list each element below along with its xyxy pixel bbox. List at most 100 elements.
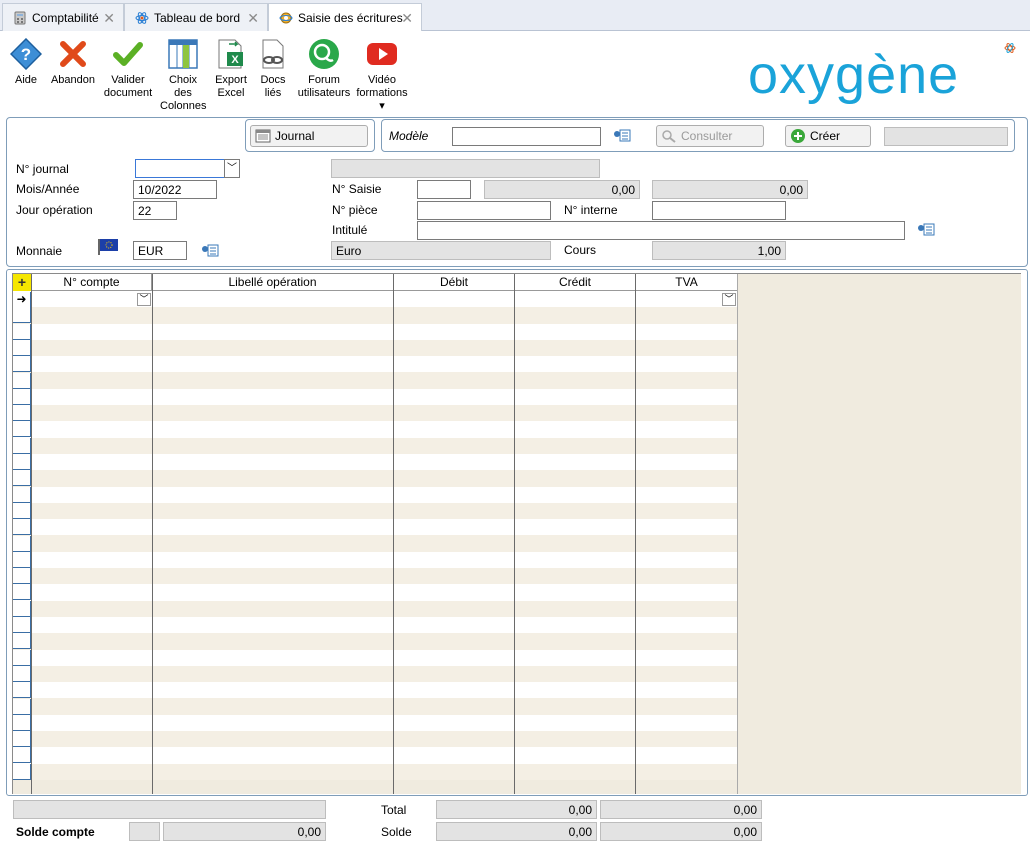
table-row[interactable] (13, 519, 738, 536)
table-row[interactable] (13, 747, 738, 764)
row-indicator[interactable] (13, 714, 31, 731)
col-header-libelle[interactable]: Libellé opération (152, 274, 394, 291)
table-row[interactable] (13, 323, 738, 340)
n-piece-input[interactable] (417, 201, 551, 220)
table-row[interactable] (13, 616, 738, 634)
close-tab-icon[interactable]: ✕ (401, 10, 413, 27)
row-indicator[interactable] (13, 633, 31, 650)
journal-button[interactable]: Journal (250, 125, 368, 147)
table-row[interactable] (13, 584, 738, 601)
abandon-button[interactable]: Abandon (50, 38, 96, 87)
row-indicator[interactable] (13, 307, 31, 324)
forum-utilisateurs-button[interactable]: Forum utilisateurs (296, 38, 352, 100)
row-indicator[interactable] (13, 323, 31, 340)
consulter-button[interactable]: Consulter (656, 125, 764, 147)
chevron-down-icon[interactable]: ﹀ (224, 159, 240, 178)
row-indicator[interactable] (13, 470, 31, 487)
row-indicator[interactable] (13, 682, 31, 699)
col-header-tva[interactable]: TVA (636, 274, 738, 291)
table-row[interactable] (13, 405, 738, 422)
table-row[interactable] (13, 568, 738, 585)
row-indicator[interactable] (13, 405, 31, 422)
row-indicator[interactable] (13, 649, 31, 666)
modele-input[interactable] (452, 127, 601, 146)
tab-comptabilite[interactable]: Comptabilité ✕ (2, 3, 124, 31)
row-indicator[interactable] (13, 454, 31, 470)
intitule-input[interactable] (417, 221, 905, 240)
row-indicator[interactable] (13, 665, 31, 682)
tva-chevron-down-icon[interactable]: ﹀ (722, 293, 736, 306)
row-indicator[interactable] (13, 568, 31, 585)
row-indicator[interactable] (13, 356, 31, 373)
row-indicator[interactable] (13, 747, 31, 764)
table-row[interactable] (13, 388, 738, 406)
table-row[interactable] (13, 421, 738, 438)
close-tab-icon[interactable]: ✕ (103, 10, 115, 27)
table-row[interactable] (13, 535, 738, 552)
row-indicator[interactable] (13, 486, 31, 503)
table-row[interactable] (13, 437, 738, 454)
modele-chooser-icon[interactable] (613, 129, 631, 142)
row-indicator[interactable] (13, 584, 31, 601)
row-indicator[interactable] (13, 519, 31, 536)
account-name-field (13, 800, 326, 819)
row-indicator[interactable] (13, 339, 31, 356)
table-row[interactable] (13, 551, 738, 569)
add-row-icon[interactable]: + (13, 274, 32, 291)
table-row[interactable] (13, 356, 738, 373)
creer-button[interactable]: Créer (785, 125, 871, 147)
table-row[interactable] (13, 486, 738, 503)
table-row[interactable] (13, 339, 738, 357)
row-indicator[interactable] (13, 698, 31, 715)
table-row[interactable] (13, 372, 738, 389)
video-formations-button[interactable]: Vidéo formations ▾ (356, 38, 408, 113)
table-row[interactable] (13, 470, 738, 487)
row-indicator[interactable] (13, 421, 31, 438)
docs-lies-button[interactable]: Docs liés (256, 38, 290, 100)
intitule-chooser-icon[interactable] (917, 223, 935, 236)
table-row[interactable] (13, 665, 738, 683)
table-row[interactable] (13, 633, 738, 650)
n-journal-select[interactable] (135, 159, 225, 178)
row-indicator[interactable] (13, 731, 31, 748)
row-indicator[interactable] (13, 388, 31, 405)
table-row[interactable] (13, 453, 738, 471)
row-indicator[interactable] (13, 617, 31, 633)
col-header-n-compte[interactable]: N° compte (32, 274, 152, 291)
tab-saisie-des-ecritures[interactable]: Saisie des écritures ✕ (268, 3, 422, 32)
row-indicator[interactable] (13, 535, 31, 552)
table-row[interactable] (13, 291, 738, 308)
monnaie-chooser-icon[interactable] (201, 244, 219, 257)
row-indicator[interactable] (13, 763, 31, 780)
table-row[interactable] (13, 698, 738, 715)
row-indicator[interactable] (13, 502, 31, 519)
table-row[interactable] (13, 307, 738, 324)
tab-tableau-de-bord[interactable]: Tableau de bord ✕ (124, 3, 268, 31)
table-row[interactable] (13, 763, 738, 780)
choix-colonnes-button[interactable]: Choix des Colonnes (160, 38, 206, 113)
row-indicator[interactable] (13, 600, 31, 617)
forum-icon (309, 39, 339, 69)
row-indicator[interactable] (13, 372, 31, 389)
dropdown-arrow-icon[interactable]: ▾ (356, 100, 408, 113)
compte-chevron-down-icon[interactable]: ﹀ (137, 293, 151, 306)
valider-document-button[interactable]: Valider document (102, 38, 154, 100)
help-button[interactable]: ? Aide (8, 38, 44, 87)
n-interne-input[interactable] (652, 201, 786, 220)
export-excel-button[interactable]: X Export Excel (212, 38, 250, 100)
table-row[interactable] (13, 600, 738, 617)
table-row[interactable] (13, 649, 738, 666)
mois-annee-input[interactable]: 10/2022 (133, 180, 217, 199)
row-indicator[interactable] (13, 437, 31, 454)
monnaie-input[interactable]: EUR (133, 241, 187, 260)
col-header-debit[interactable]: Débit (394, 274, 515, 291)
col-header-credit[interactable]: Crédit (515, 274, 636, 291)
table-row[interactable] (13, 731, 738, 748)
close-tab-icon[interactable]: ✕ (247, 10, 259, 27)
table-row[interactable] (13, 682, 738, 699)
table-row[interactable] (13, 502, 738, 520)
table-row[interactable] (13, 714, 738, 732)
jour-operation-input[interactable]: 22 (133, 201, 177, 220)
row-indicator[interactable] (13, 551, 31, 568)
n-saisie-input[interactable] (417, 180, 471, 199)
